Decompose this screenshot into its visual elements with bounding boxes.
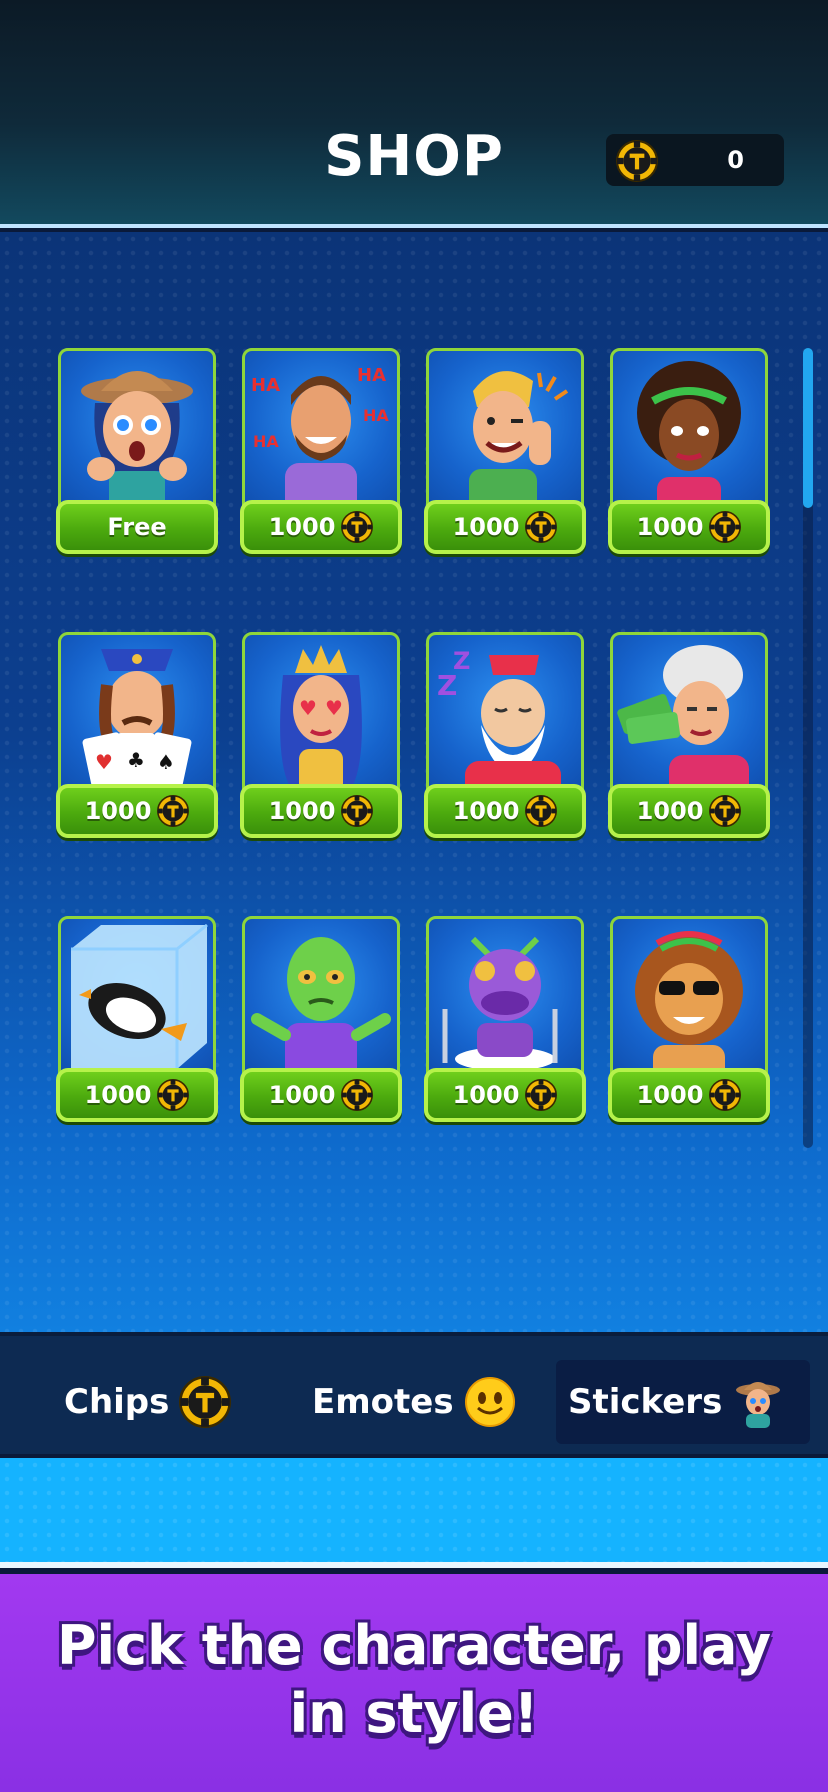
sticker-card[interactable]: 1000 [608,632,770,842]
price-button[interactable]: 1000 [424,784,586,838]
shrugging-alien-sticker [242,916,400,1091]
svg-text:♥: ♥ [95,750,113,774]
promo-line-2: in style! [289,1682,539,1745]
cool-lion-sticker [610,916,768,1091]
svg-text:HA: HA [363,406,389,425]
price-button[interactable]: 1000 [56,784,218,838]
thumbs-up-boy-sticker [426,348,584,523]
poker-chip-icon [525,795,557,827]
sticker-card[interactable]: 1000 [608,916,770,1126]
price-button[interactable]: 1000 [424,1068,586,1122]
tab-stickers[interactable]: Stickers [556,1360,810,1444]
smiley-face-icon [464,1377,515,1427]
explorer-woman-icon [736,1382,781,1428]
svg-text:HA: HA [357,365,386,386]
sticker-card[interactable]: ♥ ♥ 1000 [240,632,402,842]
frozen-penguin-sticker [58,916,216,1091]
sticker-card[interactable]: 1000 [424,348,586,558]
chip-balance[interactable]: 0 [606,134,784,186]
poker-chip-icon [709,511,741,543]
scroll-thumb[interactable] [803,348,813,508]
promo-text: Pick the character, play in style! [0,1612,828,1748]
price-button[interactable]: 1000 [608,1068,770,1122]
price-button[interactable]: 1000 [56,1068,218,1122]
price-button[interactable]: 1000 [424,500,586,554]
love-eyes-queen-sticker: ♥ ♥ [242,632,400,807]
poker-chip-icon [709,1079,741,1111]
poker-chip-icon [157,795,189,827]
poker-chip-icon [341,511,373,543]
balance-value: 0 [727,146,744,174]
poker-chip-icon [341,1079,373,1111]
tab-emotes[interactable]: Emotes [300,1360,528,1444]
price-button[interactable]: 1000 [240,500,402,554]
scrollbar[interactable] [803,348,813,1148]
sleeping-king-sticker: Z Z [426,632,584,807]
sticker-card[interactable]: HA HA HA HA 1000 [240,348,402,558]
svg-text:HA: HA [253,432,279,451]
svg-text:♣: ♣ [127,748,145,772]
promo-line-1: Pick the character, play [56,1614,772,1677]
shop-header: SHOP 0 [0,0,828,228]
poker-chip-icon [179,1376,231,1428]
poker-chip-icon [616,140,658,182]
promo-banner: Pick the character, play in style! [0,1574,828,1792]
sticker-card[interactable]: ♥ ♣ ♠ 1000 [56,632,218,842]
poker-chip-icon [525,511,557,543]
price-button[interactable]: 1000 [240,784,402,838]
laughing-man-sticker: HA HA HA HA [242,348,400,523]
category-tabs: Chips Emotes Stickers [0,1332,828,1454]
price-button[interactable]: Free [56,500,218,554]
decorative-strip [0,1458,828,1568]
sticker-card[interactable]: 1000 [240,916,402,1126]
tab-chips[interactable]: Chips [52,1360,243,1444]
sticker-card[interactable]: Free [56,348,218,558]
sticker-card[interactable]: 1000 [608,348,770,558]
explorer-woman-sticker [58,348,216,523]
hungry-purple-monster-sticker [426,916,584,1091]
sticker-card[interactable]: Z Z 1000 [424,632,586,842]
poker-chip-icon [709,795,741,827]
poker-chip-icon [525,1079,557,1111]
sticker-card[interactable]: 1000 [424,916,586,1126]
poker-chip-icon [157,1079,189,1111]
sticker-card[interactable]: 1000 [56,916,218,1126]
svg-text:♠: ♠ [157,750,175,774]
price-button[interactable]: 1000 [608,784,770,838]
svg-text:Z: Z [453,647,470,675]
price-button[interactable]: 1000 [240,1068,402,1122]
curly-hair-woman-sticker [610,348,768,523]
police-card-player-sticker: ♥ ♣ ♠ [58,632,216,807]
price-button[interactable]: 1000 [608,500,770,554]
svg-text:♥: ♥ [325,696,343,720]
svg-text:♥: ♥ [299,696,317,720]
poker-chip-icon [341,795,373,827]
money-granny-sticker [610,632,768,807]
svg-text:HA: HA [251,375,280,396]
